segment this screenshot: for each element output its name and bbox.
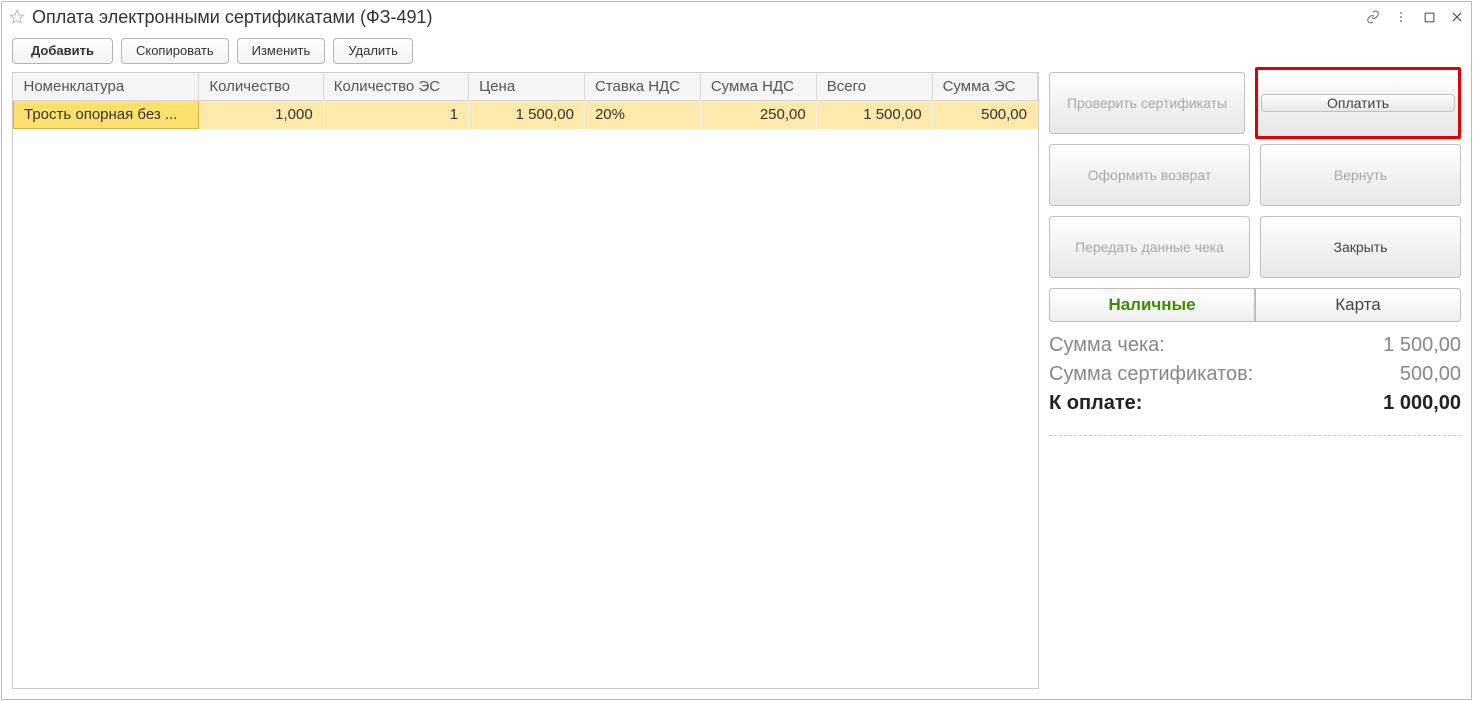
summary-block: Сумма чека: 1 500,00 Сумма сертификатов:… <box>1049 334 1461 436</box>
title-controls <box>1365 9 1465 25</box>
link-icon[interactable] <box>1365 9 1381 25</box>
more-menu-icon[interactable] <box>1393 9 1409 25</box>
favorite-star-icon[interactable] <box>8 8 26 26</box>
certificates-sum-label: Сумма сертификатов: <box>1049 363 1253 386</box>
items-table-container: Номенклатура Количество Количество ЭС Це… <box>12 72 1039 689</box>
pay-button-highlight: Оплатить <box>1255 67 1461 139</box>
table-row[interactable]: Трость опорная без ... 1,000 1 1 500,00 … <box>14 101 1038 129</box>
to-pay-line: К оплате: 1 000,00 <box>1049 392 1461 415</box>
edit-button[interactable]: Изменить <box>237 38 326 64</box>
right-panel: Проверить сертификаты Оплатить Оформить … <box>1049 72 1461 689</box>
send-receipt-data-button[interactable]: Передать данные чека <box>1049 216 1250 278</box>
to-pay-label: К оплате: <box>1049 392 1142 415</box>
cell-vat-rate[interactable]: 20% <box>584 101 700 129</box>
pay-button[interactable]: Оплатить <box>1261 94 1455 112</box>
cell-vat-sum[interactable]: 250,00 <box>700 101 816 129</box>
return-button[interactable]: Вернуть <box>1260 144 1461 206</box>
cell-nomenclature[interactable]: Трость опорная без ... <box>14 101 199 129</box>
close-icon[interactable] <box>1449 9 1465 25</box>
title-bar: Оплата электронными сертификатами (ФЗ-49… <box>2 2 1471 32</box>
col-vat-sum[interactable]: Сумма НДС <box>700 73 816 101</box>
cell-price[interactable]: 1 500,00 <box>469 101 585 129</box>
receipt-sum-value: 1 500,00 <box>1383 334 1461 357</box>
payment-method-toggle: Наличные Карта <box>1049 288 1461 322</box>
certificates-sum-line: Сумма сертификатов: 500,00 <box>1049 363 1461 386</box>
cell-quantity[interactable]: 1,000 <box>199 101 323 129</box>
check-certificates-button[interactable]: Проверить сертификаты <box>1049 72 1245 134</box>
col-total[interactable]: Всего <box>816 73 932 101</box>
col-quantity-es[interactable]: Количество ЭС <box>323 73 468 101</box>
items-table: Номенклатура Количество Количество ЭС Це… <box>13 73 1038 129</box>
maximize-icon[interactable] <box>1421 9 1437 25</box>
to-pay-value: 1 000,00 <box>1383 392 1461 415</box>
window-title: Оплата электронными сертификатами (ФЗ-49… <box>32 7 1365 28</box>
close-button[interactable]: Закрыть <box>1260 216 1461 278</box>
main-area: Номенклатура Количество Количество ЭС Це… <box>12 72 1461 689</box>
col-sum-es[interactable]: Сумма ЭС <box>932 73 1037 101</box>
col-price[interactable]: Цена <box>469 73 585 101</box>
copy-button[interactable]: Скопировать <box>121 38 229 64</box>
receipt-sum-line: Сумма чека: 1 500,00 <box>1049 334 1461 357</box>
delete-button[interactable]: Удалить <box>333 38 413 64</box>
col-nomenclature[interactable]: Номенклатура <box>14 73 199 101</box>
window: Оплата электронными сертификатами (ФЗ-49… <box>1 1 1472 700</box>
toggle-cash[interactable]: Наличные <box>1049 288 1255 322</box>
cell-sum-es[interactable]: 500,00 <box>932 101 1037 129</box>
certificates-sum-value: 500,00 <box>1400 363 1461 386</box>
add-button[interactable]: Добавить <box>12 38 113 64</box>
issue-return-button[interactable]: Оформить возврат <box>1049 144 1250 206</box>
cell-total[interactable]: 1 500,00 <box>816 101 932 129</box>
toolbar: Добавить Скопировать Изменить Удалить <box>2 32 1471 72</box>
toggle-card[interactable]: Карта <box>1255 288 1461 322</box>
receipt-sum-label: Сумма чека: <box>1049 334 1165 357</box>
col-vat-rate[interactable]: Ставка НДС <box>584 73 700 101</box>
cell-quantity-es[interactable]: 1 <box>323 101 468 129</box>
col-quantity[interactable]: Количество <box>199 73 323 101</box>
table-header-row: Номенклатура Количество Количество ЭС Це… <box>14 73 1038 101</box>
